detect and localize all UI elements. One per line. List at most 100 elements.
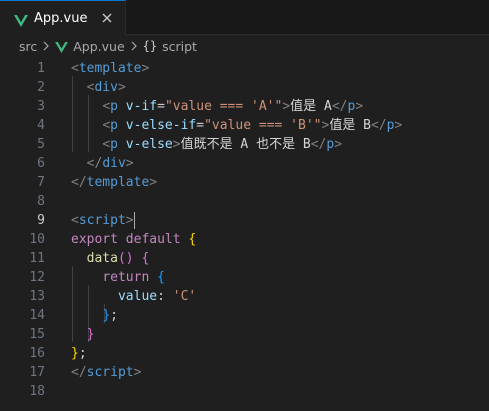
line-number: 7 <box>37 175 45 190</box>
code-line[interactable]: 10 export default { <box>0 230 489 249</box>
code-line[interactable]: 8 <box>0 192 489 211</box>
code-line[interactable]: 11 data() { <box>0 249 489 268</box>
code-token: p <box>110 99 118 114</box>
code-token: < <box>102 137 111 152</box>
breadcrumb: src App.vue {} script <box>0 35 489 57</box>
line-number: 10 <box>29 232 45 247</box>
breadcrumb-file[interactable]: App.vue <box>73 39 124 54</box>
code-line[interactable]: 6 </div> <box>0 154 489 173</box>
code-token: script <box>86 365 134 380</box>
code-token: </ <box>370 118 387 133</box>
code-text: <script> <box>71 211 135 230</box>
code-token: < <box>71 213 79 228</box>
code-token: > <box>394 118 403 133</box>
code-line[interactable]: 14 }; <box>0 306 489 325</box>
code-line[interactable]: 17 </script> <box>0 363 489 382</box>
code-token: return <box>102 270 150 285</box>
code-line[interactable]: 7 </template> <box>0 173 489 192</box>
line-number: 9 <box>37 213 45 228</box>
code-text: }; <box>71 306 118 325</box>
vue-file-icon <box>55 41 69 53</box>
code-line[interactable]: 3 <p v-if="value === 'A'">值是 A</p> <box>0 97 489 116</box>
code-line[interactable]: 15 } <box>0 325 489 344</box>
code-text: value: 'C' <box>71 287 196 306</box>
code-text: <p v-if="value === 'A'">值是 A</p> <box>71 97 363 116</box>
code-token: p <box>110 137 118 152</box>
code-text: </div> <box>71 154 134 173</box>
text-cursor <box>133 212 135 229</box>
line-number: 3 <box>37 99 45 114</box>
symbol-module-icon: {} <box>142 39 158 53</box>
chevron-right-icon <box>42 41 50 51</box>
line-number: 14 <box>29 308 45 323</box>
line-number: 15 <box>29 327 45 342</box>
code-line[interactable]: 4 <p v-else-if="value === 'B'">值是 B</p> <box>0 116 489 135</box>
line-number: 13 <box>29 289 45 304</box>
code-line[interactable]: 9 <script> <box>0 211 489 230</box>
code-token: ; <box>78 346 87 361</box>
code-token: > <box>355 99 364 114</box>
code-line[interactable]: 13 value: 'C' <box>0 287 489 306</box>
code-token: > <box>149 175 158 190</box>
code-line[interactable]: 5 <p v-else>值既不是 A 也不是 B</p> <box>0 135 489 154</box>
breadcrumb-symbol[interactable]: script <box>162 39 197 54</box>
code-line[interactable]: 12 return { <box>0 268 489 287</box>
code-token: { <box>188 232 197 247</box>
code-token: v-else <box>125 137 173 152</box>
code-token: script <box>78 213 126 228</box>
code-text: <div> <box>71 78 126 97</box>
breadcrumb-folder[interactable]: src <box>19 39 37 54</box>
code-token: < <box>102 99 111 114</box>
code-token: </ <box>86 156 103 171</box>
code-line[interactable]: 18 <box>0 382 489 401</box>
code-text: }; <box>71 344 87 363</box>
tab-label: App.vue <box>34 10 88 26</box>
code-line[interactable]: 1 <template> <box>0 59 489 78</box>
code-token: template <box>86 175 150 190</box>
code-token: = <box>196 118 205 133</box>
line-number: 16 <box>29 346 45 361</box>
code-token: > <box>117 80 126 95</box>
code-token: value <box>117 289 158 304</box>
tab-app-vue[interactable]: App.vue <box>0 0 126 35</box>
code-token: > <box>141 61 150 76</box>
code-token: > <box>172 137 181 152</box>
code-token: data <box>86 251 118 266</box>
code-text: <template> <box>71 59 149 78</box>
code-token: () <box>117 251 134 266</box>
line-number: 5 <box>37 137 45 152</box>
code-token: template <box>78 61 142 76</box>
line-number: 18 <box>29 384 45 399</box>
code-token: </ <box>71 365 87 380</box>
line-number: 17 <box>29 365 45 380</box>
code-token: > <box>125 213 134 228</box>
code-text: return { <box>71 268 165 287</box>
code-token: } <box>102 308 111 323</box>
code-text: </script> <box>71 363 141 382</box>
code-line[interactable]: 2 <div> <box>0 78 489 97</box>
code-token: div <box>102 156 126 171</box>
vue-file-icon <box>14 12 28 27</box>
code-text: export default { <box>71 230 196 249</box>
code-editor[interactable]: 1 <template> 2 <div> 3 <p v-if="value === '… <box>0 57 489 411</box>
code-token: { <box>157 270 165 285</box>
code-token: ; <box>110 308 118 323</box>
close-icon[interactable] <box>99 10 115 26</box>
line-number: 1 <box>37 61 45 76</box>
code-token: 'C' <box>172 289 197 304</box>
line-number: 8 <box>37 194 45 209</box>
chevron-right-icon <box>130 41 138 51</box>
code-token: } <box>71 346 79 361</box>
code-line[interactable]: 16}; <box>0 344 489 363</box>
code-token: p <box>110 118 118 133</box>
